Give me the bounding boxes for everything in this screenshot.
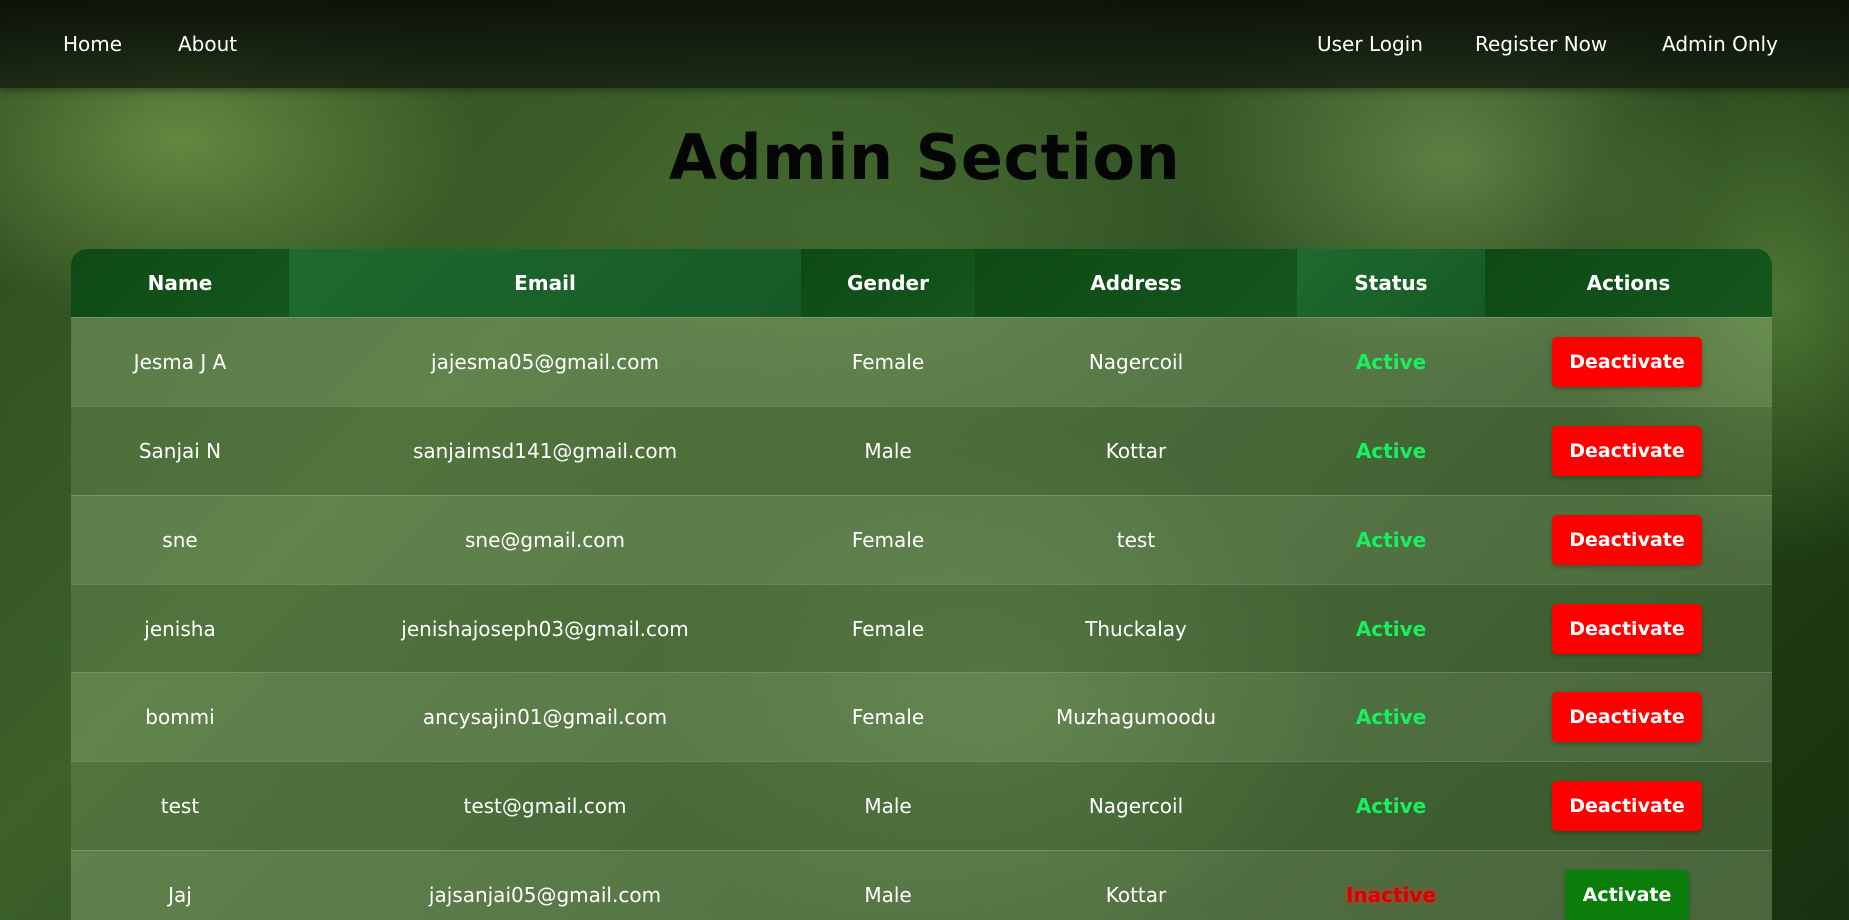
table-row: Jaj jajsanjai05@gmail.com Male Kottar In… [71, 850, 1772, 920]
cell-gender: Male [864, 439, 912, 463]
column-header-address: Address [975, 249, 1297, 317]
cell-address: test [1116, 528, 1156, 552]
cell-gender: Female [851, 617, 925, 641]
column-header-name: Name [71, 249, 289, 317]
status-badge: Active [1355, 705, 1427, 729]
table-row: jenisha jenishajoseph03@gmail.com Female… [71, 584, 1772, 673]
cell-name: bommi [145, 705, 215, 729]
table-header-row: Name Email Gender Address Status Actions [71, 249, 1772, 317]
cell-gender: Male [864, 883, 912, 907]
nav-admin-only-link[interactable]: Admin Only [1662, 30, 1778, 58]
cell-gender: Female [851, 528, 925, 552]
cell-address: Nagercoil [1088, 794, 1184, 818]
cell-email: ancysajin01@gmail.com [422, 705, 668, 729]
column-header-email: Email [289, 249, 801, 317]
deactivate-button[interactable]: Deactivate [1552, 692, 1702, 742]
cell-name: test [160, 794, 200, 818]
cell-email: jajsanjai05@gmail.com [428, 883, 662, 907]
cell-address: Muzhagumoodu [1055, 705, 1217, 729]
table-row: test test@gmail.com Male Nagercoil Activ… [71, 761, 1772, 850]
nav-register-now-link[interactable]: Register Now [1475, 30, 1607, 58]
cell-email: test@gmail.com [463, 794, 627, 818]
cell-gender: Female [851, 705, 925, 729]
status-badge: Active [1355, 439, 1427, 463]
top-navbar: Home About User Login Register Now Admin… [0, 0, 1849, 88]
nav-user-login-link[interactable]: User Login [1317, 30, 1423, 58]
status-badge: Active [1355, 528, 1427, 552]
status-badge: Inactive [1345, 883, 1437, 907]
column-header-gender: Gender [801, 249, 975, 317]
cell-gender: Female [851, 350, 925, 374]
cell-address: Nagercoil [1088, 350, 1184, 374]
cell-email: sanjaimsd141@gmail.com [412, 439, 678, 463]
cell-name: Sanjai N [138, 439, 222, 463]
column-header-actions: Actions [1485, 249, 1772, 317]
cell-gender: Male [864, 794, 912, 818]
table-row: Sanjai N sanjaimsd141@gmail.com Male Kot… [71, 406, 1772, 495]
table-row: bommi ancysajin01@gmail.com Female Muzha… [71, 672, 1772, 761]
nav-about-link[interactable]: About [178, 30, 237, 58]
cell-name: jenisha [144, 617, 216, 641]
cell-name: sne [162, 528, 198, 552]
table-row: sne sne@gmail.com Female test Active Dea… [71, 495, 1772, 584]
table-row: Jesma J A jajesma05@gmail.com Female Nag… [71, 317, 1772, 406]
deactivate-button[interactable]: Deactivate [1552, 337, 1702, 387]
cell-email: jajesma05@gmail.com [431, 350, 659, 374]
activate-button[interactable]: Activate [1565, 870, 1689, 920]
cell-name: Jaj [168, 883, 192, 907]
cell-name: Jesma J A [133, 350, 227, 374]
column-header-status: Status [1297, 249, 1485, 317]
cell-email: sne@gmail.com [464, 528, 626, 552]
cell-email: jenishajoseph03@gmail.com [401, 617, 689, 641]
nav-home-link[interactable]: Home [63, 30, 122, 58]
deactivate-button[interactable]: Deactivate [1552, 781, 1702, 831]
cell-address: Kottar [1105, 883, 1167, 907]
status-badge: Active [1355, 794, 1427, 818]
deactivate-button[interactable]: Deactivate [1552, 604, 1702, 654]
page-title: Admin Section [668, 121, 1181, 194]
cell-address: Thuckalay [1085, 617, 1187, 641]
status-badge: Active [1355, 350, 1427, 374]
status-badge: Active [1355, 617, 1427, 641]
deactivate-button[interactable]: Deactivate [1552, 515, 1702, 565]
deactivate-button[interactable]: Deactivate [1552, 426, 1702, 476]
users-table: Name Email Gender Address Status Actions… [71, 249, 1772, 920]
cell-address: Kottar [1105, 439, 1167, 463]
